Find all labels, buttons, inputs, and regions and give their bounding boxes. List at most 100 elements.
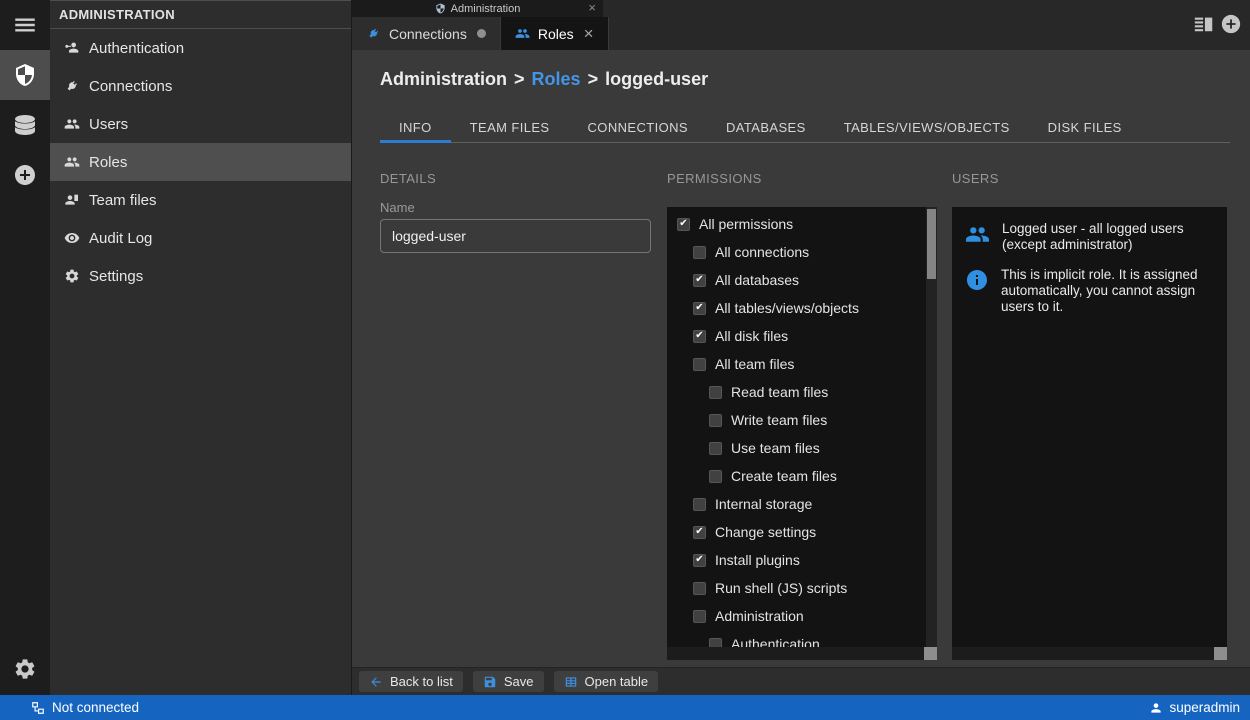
checkbox-unchecked[interactable] — [709, 470, 722, 483]
plus-circle-icon[interactable] — [1220, 13, 1242, 35]
sidebar-item-team-files[interactable]: Team files — [50, 181, 351, 219]
permissions-panel: ✔ All permissions All connections ✔All data… — [667, 207, 937, 660]
detail-tab-tables-views-objects[interactable]: TABLES/VIEWS/OBJECTS — [825, 112, 1029, 142]
tab-connections[interactable]: Connections — [352, 17, 501, 50]
permission-row-all-permissions[interactable]: ✔ All permissions — [667, 210, 937, 238]
gear-icon — [13, 657, 37, 681]
checkbox-checked[interactable]: ✔ — [693, 330, 706, 343]
authentication-icon — [64, 40, 80, 56]
permission-row-install-plugins[interactable]: ✔Install plugins — [667, 546, 937, 574]
tab-roles[interactable]: Roles× — [501, 17, 609, 50]
checkbox-unchecked[interactable] — [709, 414, 722, 427]
permissions-scroll-thumb[interactable] — [927, 209, 936, 279]
name-input[interactable] — [380, 219, 651, 253]
modified-dot-icon — [477, 29, 486, 38]
breadcrumb: Administration>Roles>logged-user — [380, 69, 708, 90]
permission-label: Read team files — [731, 384, 828, 400]
checkbox-checked[interactable]: ✔ — [693, 302, 706, 315]
checkbox-unchecked[interactable] — [693, 610, 706, 623]
iconbar-administration-button[interactable] — [0, 50, 50, 100]
sidebar-item-roles[interactable]: Roles — [50, 143, 351, 181]
plug-icon — [366, 26, 381, 41]
detail-tab-databases[interactable]: DATABASES — [707, 112, 825, 142]
sidebar-item-label: Roles — [89, 154, 127, 171]
user-icon — [1149, 701, 1163, 715]
button-label: Save — [504, 674, 534, 689]
permission-row-all-tables-views-objects[interactable]: ✔All tables/views/objects — [667, 294, 937, 322]
checkbox-unchecked[interactable] — [693, 498, 706, 511]
widget-list-icon[interactable] — [1193, 13, 1215, 35]
iconbar-menu-button[interactable] — [0, 0, 50, 50]
permission-label: All team files — [715, 356, 794, 372]
titlebar: Administration × ConnectionsRoles× — [352, 0, 1250, 50]
sidebar-item-authentication[interactable]: Authentication — [50, 29, 351, 67]
plus-circle-icon — [13, 163, 37, 187]
permissions-vscrollbar[interactable] — [926, 207, 937, 647]
database-icon — [13, 113, 37, 137]
connection-icon — [31, 701, 45, 715]
team-files-icon — [64, 192, 80, 208]
permission-row-all-connections[interactable]: All connections — [667, 238, 937, 266]
permissions-hscrollbar[interactable] — [667, 647, 926, 660]
permission-label: Administration — [715, 608, 804, 624]
sidebar-item-settings[interactable]: Settings — [50, 257, 351, 295]
checkbox-checked[interactable]: ✔ — [693, 554, 706, 567]
sidebar: ADMINISTRATION Authentication Connections… — [50, 0, 352, 695]
back-to-list-button[interactable]: Back to list — [359, 671, 463, 692]
permission-row-write-team-files[interactable]: Write team files — [667, 406, 937, 434]
close-tab-icon[interactable]: × — [584, 25, 594, 42]
permission-row-internal-storage[interactable]: Internal storage — [667, 490, 937, 518]
permission-row-run-shell-js-scripts[interactable]: Run shell (JS) scripts — [667, 574, 937, 602]
permission-label: Internal storage — [715, 496, 812, 512]
permissions-scroll-corner — [924, 647, 937, 660]
permission-label: All permissions — [699, 216, 793, 232]
sidebar-item-label: Authentication — [89, 40, 184, 57]
detail-tab-info[interactable]: INFO — [380, 112, 451, 142]
checkbox-unchecked[interactable] — [709, 442, 722, 455]
permission-label: All connections — [715, 244, 809, 260]
permission-row-all-team-files[interactable]: All team files — [667, 350, 937, 378]
detail-tab-label: TEAM FILES — [470, 120, 550, 135]
permissions-section-header: PERMISSIONS — [667, 171, 762, 186]
sidebar-item-label: Connections — [89, 78, 172, 95]
checkbox-unchecked[interactable] — [709, 386, 722, 399]
permission-row-create-team-files[interactable]: Create team files — [667, 462, 937, 490]
users-scroll-corner — [1214, 647, 1227, 660]
sidebar-item-connections[interactable]: Connections — [50, 67, 351, 105]
detail-tab-label: CONNECTIONS — [588, 120, 688, 135]
detail-tab-label: TABLES/VIEWS/OBJECTS — [844, 120, 1010, 135]
users-hscrollbar[interactable] — [952, 647, 1216, 660]
checkbox-checked[interactable]: ✔ — [693, 274, 706, 287]
checkbox-unchecked[interactable] — [693, 246, 706, 259]
users-panel-text: Logged user - all logged users (except a… — [1002, 221, 1202, 253]
sidebar-item-users[interactable]: Users — [50, 105, 351, 143]
close-tab-group-icon[interactable]: × — [588, 0, 596, 16]
iconbar-add-connection-button[interactable] — [0, 150, 50, 200]
checkbox-checked[interactable]: ✔ — [677, 218, 690, 231]
detail-tab-disk-files[interactable]: DISK FILES — [1029, 112, 1141, 142]
checkbox-unchecked[interactable] — [693, 582, 706, 595]
users-section-header: USERS — [952, 171, 999, 186]
permission-row-administration[interactable]: Administration — [667, 602, 937, 630]
shield-icon — [13, 63, 37, 87]
checkbox-checked[interactable]: ✔ — [693, 526, 706, 539]
detail-tab-label: DATABASES — [726, 120, 806, 135]
detail-tab-connections[interactable]: CONNECTIONS — [569, 112, 707, 142]
open-table-button[interactable]: Open table — [554, 671, 659, 692]
breadcrumb-segment-roles[interactable]: Roles — [532, 69, 581, 89]
breadcrumb-separator: > — [588, 69, 599, 89]
permission-row-all-disk-files[interactable]: ✔All disk files — [667, 322, 937, 350]
permission-row-change-settings[interactable]: ✔Change settings — [667, 518, 937, 546]
iconbar-database-button[interactable] — [0, 100, 50, 150]
detail-tab-label: INFO — [399, 120, 432, 135]
permission-row-read-team-files[interactable]: Read team files — [667, 378, 937, 406]
checkbox-unchecked[interactable] — [693, 358, 706, 371]
permission-row-all-databases[interactable]: ✔All databases — [667, 266, 937, 294]
sidebar-header: ADMINISTRATION — [50, 0, 351, 29]
iconbar-settings-button[interactable] — [0, 649, 50, 689]
detail-tab-team-files[interactable]: TEAM FILES — [451, 112, 569, 142]
sidebar-item-audit-log[interactable]: Audit Log — [50, 219, 351, 257]
save-button[interactable]: Save — [473, 671, 544, 692]
users-panel-item: Logged user - all logged users (except a… — [952, 207, 1227, 253]
permission-row-use-team-files[interactable]: Use team files — [667, 434, 937, 462]
